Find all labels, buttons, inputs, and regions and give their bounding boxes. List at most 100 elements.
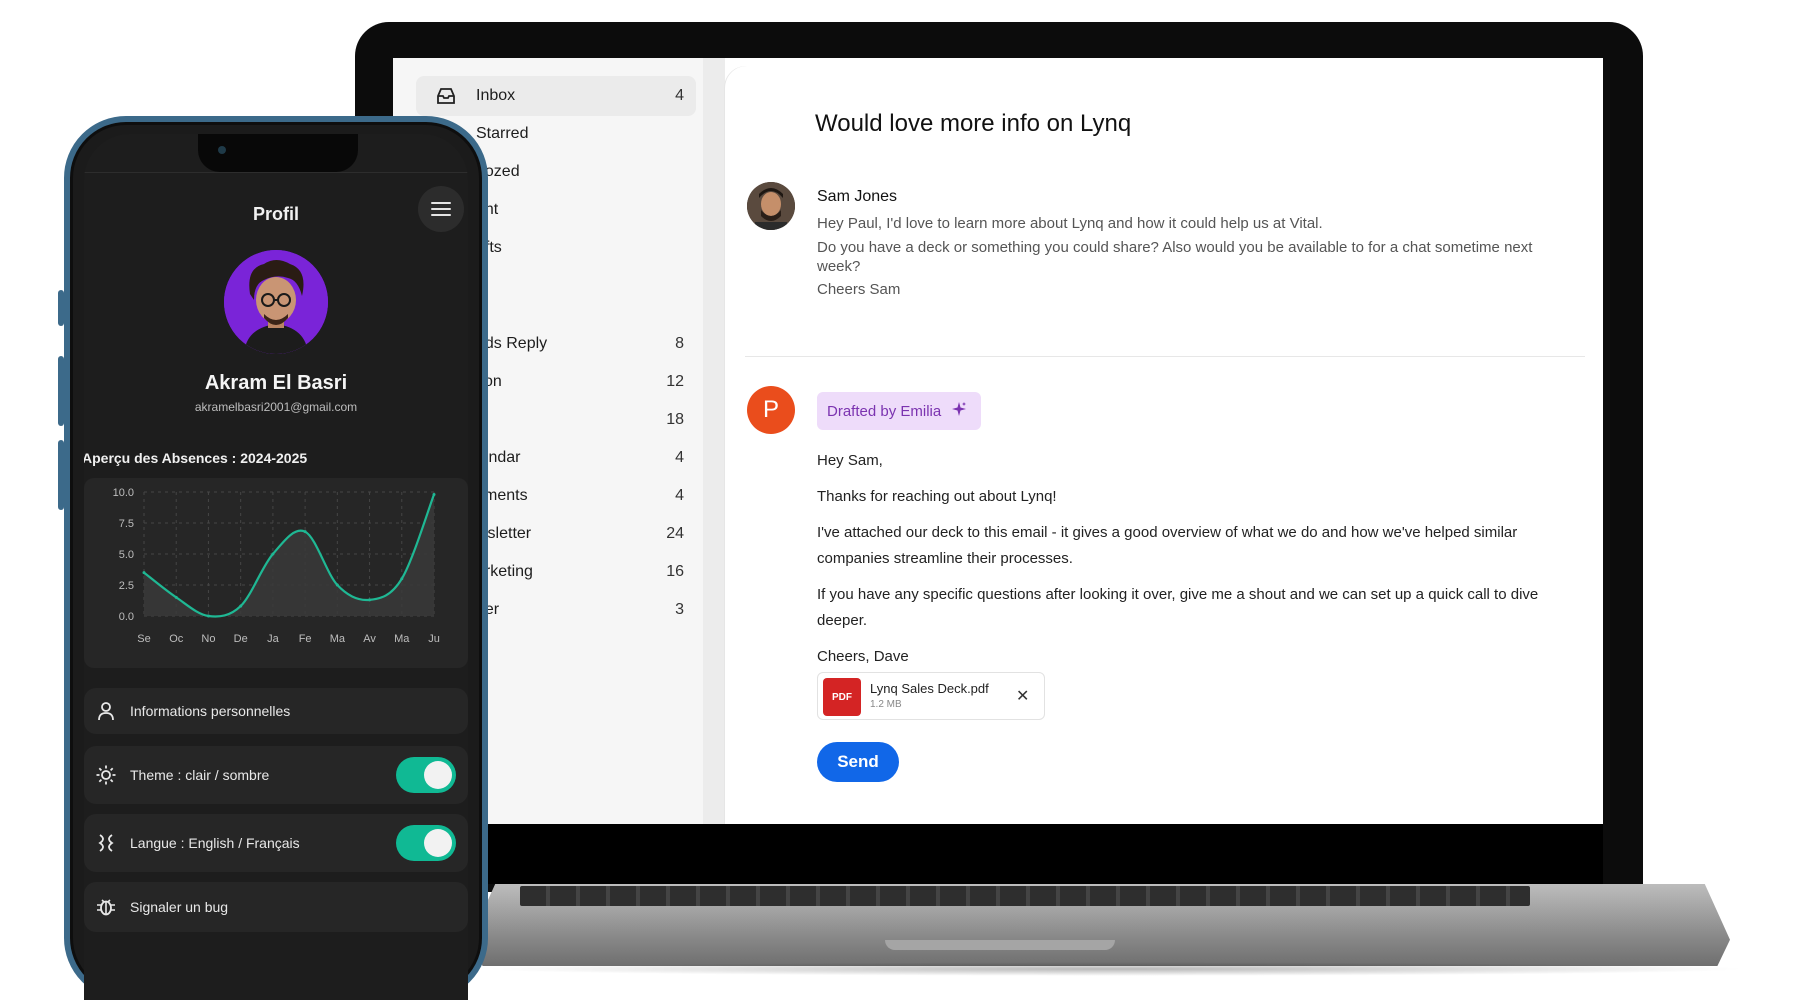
- x-tick-label: No: [201, 633, 215, 645]
- header-divider: [84, 172, 468, 173]
- reply-line: If you have any specific questions after…: [817, 586, 1539, 629]
- laptop-bezel: [393, 824, 1603, 884]
- data-point: [206, 614, 210, 618]
- reply-line: Thanks for reaching out about Lynq!: [817, 488, 1057, 505]
- phone-screen: Profil Akram El Basri akramelbasri2001@g…: [84, 134, 468, 1000]
- stage: Inbox4Starredoozedentaftseds Reply8tion1…: [0, 0, 1800, 1000]
- sidebar-item-count: 8: [675, 335, 684, 352]
- x-tick-label: Se: [137, 633, 150, 645]
- reply-line: Cheers, Dave: [817, 648, 909, 665]
- absences-heading: Aperçu des Absences : 2024-2025: [84, 450, 307, 466]
- absences-chart-svg: 0.0 2.5 5.0 7.5 10.0 Se Oc No De Ja Fe Ma Av Ma Ju: [113, 487, 440, 645]
- sidebar-item-count: 18: [666, 411, 684, 428]
- x-tick-label: De: [234, 633, 248, 645]
- send-button[interactable]: Send: [817, 742, 899, 782]
- x-tick-label: Av: [363, 633, 376, 645]
- phone-notch: [198, 134, 358, 172]
- x-tick-label: Oc: [169, 633, 184, 645]
- data-point: [142, 571, 146, 575]
- menu-item-label: Informations personnelles: [130, 703, 291, 719]
- sidebar-item-count: 4: [675, 87, 684, 104]
- menu-item-label: Signaler un bug: [130, 899, 229, 915]
- message-line: Hey Paul, I'd love to learn more about L…: [817, 215, 1323, 232]
- sidebar-item-inbox[interactable]: Inbox 4: [416, 76, 696, 116]
- hamburger-icon: [431, 202, 451, 216]
- phone-side-button: [58, 290, 64, 326]
- laptop-screen: Inbox4Starredoozedentaftseds Reply8tion1…: [393, 58, 1603, 824]
- y-tick-label: 2.5: [119, 580, 134, 592]
- menu-button[interactable]: [418, 186, 464, 232]
- menu-item-personal-info[interactable]: Informations personnelles: [84, 688, 468, 734]
- thread-subject: Would love more info on Lynq: [815, 110, 1132, 137]
- data-point: [368, 598, 372, 602]
- reply-line: I've attached our deck to this email - i…: [817, 524, 1518, 567]
- absences-chart: 0.0 2.5 5.0 7.5 10.0 Se Oc No De Ja Fe Ma Av Ma Ju: [84, 478, 468, 668]
- sidebar-item-label: Starred: [476, 125, 529, 142]
- sidebar-item-count: 3: [675, 601, 684, 618]
- absences-year: 2024-2025: [240, 450, 308, 466]
- data-point: [271, 552, 275, 556]
- camera-icon: [218, 146, 226, 154]
- theme-toggle[interactable]: [396, 757, 456, 793]
- laptop-hinge-notch: [885, 940, 1115, 950]
- avatar: [224, 250, 328, 354]
- x-tick-label: Ma: [394, 633, 410, 645]
- drafted-badge-label: Drafted by Emilia: [827, 402, 942, 420]
- y-tick-label: 0.0: [119, 611, 134, 623]
- menu-item-report-bug[interactable]: Signaler un bug: [84, 882, 468, 932]
- phone-side-button: [58, 356, 64, 426]
- message-line: Do you have a deck or something you coul…: [817, 239, 1533, 275]
- sidebar-divider: [703, 58, 725, 824]
- sidebar-item-count: 4: [675, 487, 684, 504]
- y-tick-label: 5.0: [119, 549, 134, 561]
- laptop-keyboard: [520, 886, 1530, 906]
- data-point: [400, 577, 404, 581]
- data-point: [335, 583, 339, 587]
- bug-icon: [96, 897, 116, 917]
- attachment-size: 1.2 MB: [870, 699, 902, 710]
- x-tick-label: Ma: [330, 633, 346, 645]
- message-line: Cheers Sam: [817, 281, 901, 298]
- profile-email: akramelbasri2001@gmail.com: [194, 400, 358, 414]
- sidebar-item-count: 16: [666, 563, 684, 580]
- phone-side-button: [58, 440, 64, 510]
- language-icon: [96, 833, 116, 853]
- toggle-knob: [424, 761, 452, 789]
- absences-label: Aperçu des Absences :: [84, 450, 237, 466]
- user-icon: [96, 701, 116, 721]
- menu-item-label: Langue : English / Français: [130, 835, 300, 851]
- profile-name: Akram El Basri: [204, 372, 348, 394]
- x-tick-label: Ja: [267, 633, 280, 645]
- x-tick-label: Fe: [299, 633, 312, 645]
- data-point: [174, 595, 178, 599]
- inbox-icon: [436, 87, 456, 105]
- series-area: [144, 494, 434, 617]
- laptop-shadow: [480, 962, 1750, 976]
- sidebar-item-label: Inbox: [476, 87, 516, 104]
- sparkle-icon: [951, 401, 967, 421]
- menu-item-label: Theme : clair / sombre: [130, 767, 270, 783]
- data-point: [303, 530, 307, 534]
- reply-avatar: P: [747, 386, 795, 434]
- attachment-chip[interactable]: PDF Lynq Sales Deck.pdf 1.2 MB ✕: [817, 672, 1045, 720]
- drafted-badge: Drafted by Emilia: [817, 392, 982, 430]
- pdf-icon: PDF: [823, 678, 861, 716]
- mail-thread: Would love more info on Lynq Sam Jones H…: [725, 66, 1603, 824]
- y-tick-label: 10.0: [113, 487, 134, 499]
- sidebar-item-count: 12: [666, 373, 684, 390]
- attachment-name: Lynq Sales Deck.pdf: [870, 681, 989, 696]
- message-divider: [745, 356, 1585, 357]
- data-point: [432, 492, 436, 496]
- x-tick-label: Ju: [428, 633, 440, 645]
- menu-item-theme: Theme : clair / sombre: [84, 746, 468, 804]
- sidebar-item-count: 24: [666, 525, 684, 542]
- reply-line: Hey Sam,: [817, 452, 883, 469]
- sun-icon: [96, 765, 116, 785]
- close-icon[interactable]: ✕: [1016, 686, 1029, 706]
- y-tick-label: 7.5: [119, 518, 134, 530]
- toggle-knob: [424, 829, 452, 857]
- sidebar-item-count: 4: [675, 449, 684, 466]
- language-toggle[interactable]: [396, 825, 456, 861]
- sender-name: Sam Jones: [817, 188, 898, 205]
- menu-item-language: Langue : English / Français: [84, 814, 468, 872]
